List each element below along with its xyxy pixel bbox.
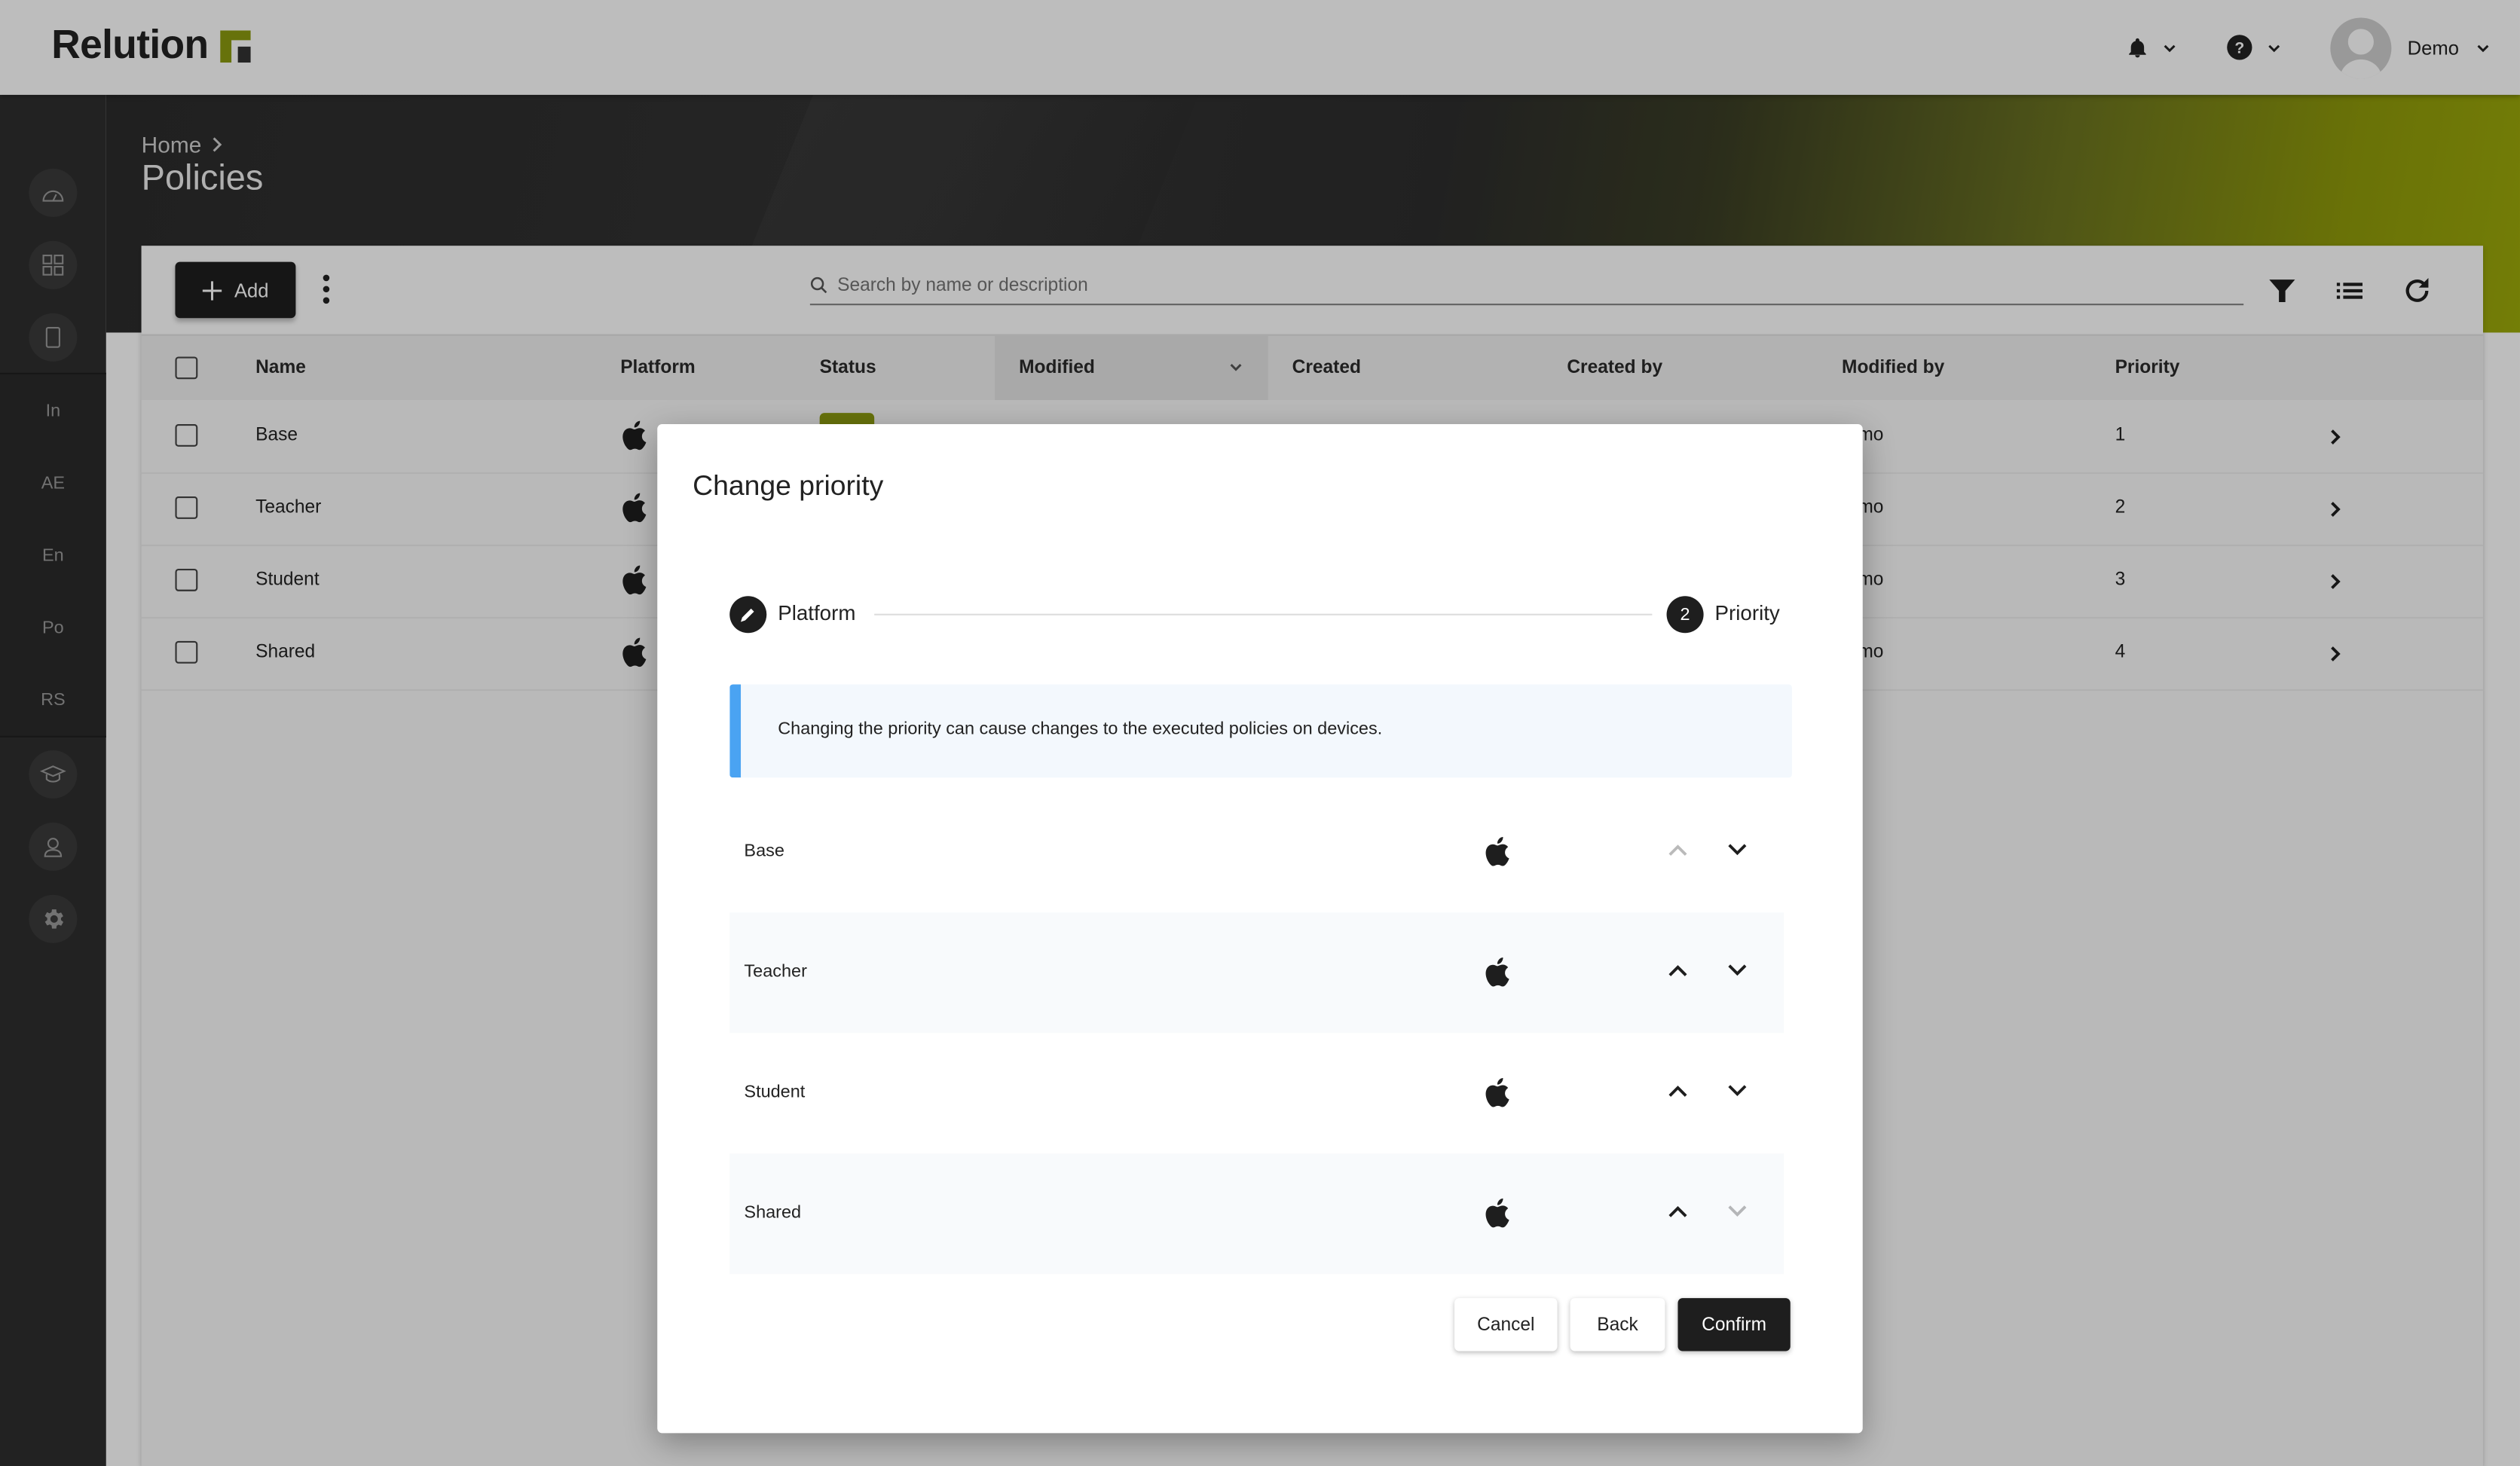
dialog-title: Change priority xyxy=(693,469,884,502)
stepper: Platform 2 Priority xyxy=(729,596,1782,634)
cancel-button[interactable]: Cancel xyxy=(1454,1298,1558,1351)
edit-icon xyxy=(740,608,754,622)
move-down-button[interactable] xyxy=(1724,837,1750,863)
change-priority-dialog: Change priority Platform 2 Priority Chan… xyxy=(657,424,1863,1434)
app-window: Relution ? Demo In AE En Po RS Home Poli… xyxy=(0,0,2520,1466)
step-connector xyxy=(874,613,1653,615)
move-down-button[interactable] xyxy=(1724,1199,1750,1224)
step-1-label[interactable]: Platform xyxy=(778,601,855,625)
move-up-button[interactable] xyxy=(1665,957,1690,983)
move-down-button[interactable] xyxy=(1724,957,1750,983)
priority-item: Student xyxy=(729,1033,1784,1153)
move-up-button[interactable] xyxy=(1665,837,1690,863)
move-up-button[interactable] xyxy=(1665,1078,1690,1104)
priority-item-name: Shared xyxy=(744,1203,802,1223)
apple-icon xyxy=(1485,957,1509,987)
step-2-label: Priority xyxy=(1714,600,1780,625)
move-up-button[interactable] xyxy=(1665,1199,1690,1224)
info-banner: Changing the priority can cause changes … xyxy=(729,684,1792,778)
priority-item-name: Teacher xyxy=(744,962,807,982)
step-2-marker: 2 xyxy=(1666,596,1704,634)
move-down-button[interactable] xyxy=(1724,1078,1750,1104)
priority-item-name: Student xyxy=(744,1083,806,1102)
apple-icon xyxy=(1485,1077,1509,1107)
priority-item: Base xyxy=(729,792,1784,912)
confirm-button[interactable]: Confirm xyxy=(1677,1298,1791,1351)
info-text: Changing the priority can cause changes … xyxy=(778,719,1383,740)
apple-icon xyxy=(1485,837,1509,866)
priority-item-name: Base xyxy=(744,841,784,862)
priority-item: Teacher xyxy=(729,912,1784,1034)
step-1-marker[interactable] xyxy=(729,596,767,634)
priority-item: Shared xyxy=(729,1153,1784,1275)
back-button[interactable]: Back xyxy=(1570,1298,1665,1351)
apple-icon xyxy=(1485,1198,1509,1228)
